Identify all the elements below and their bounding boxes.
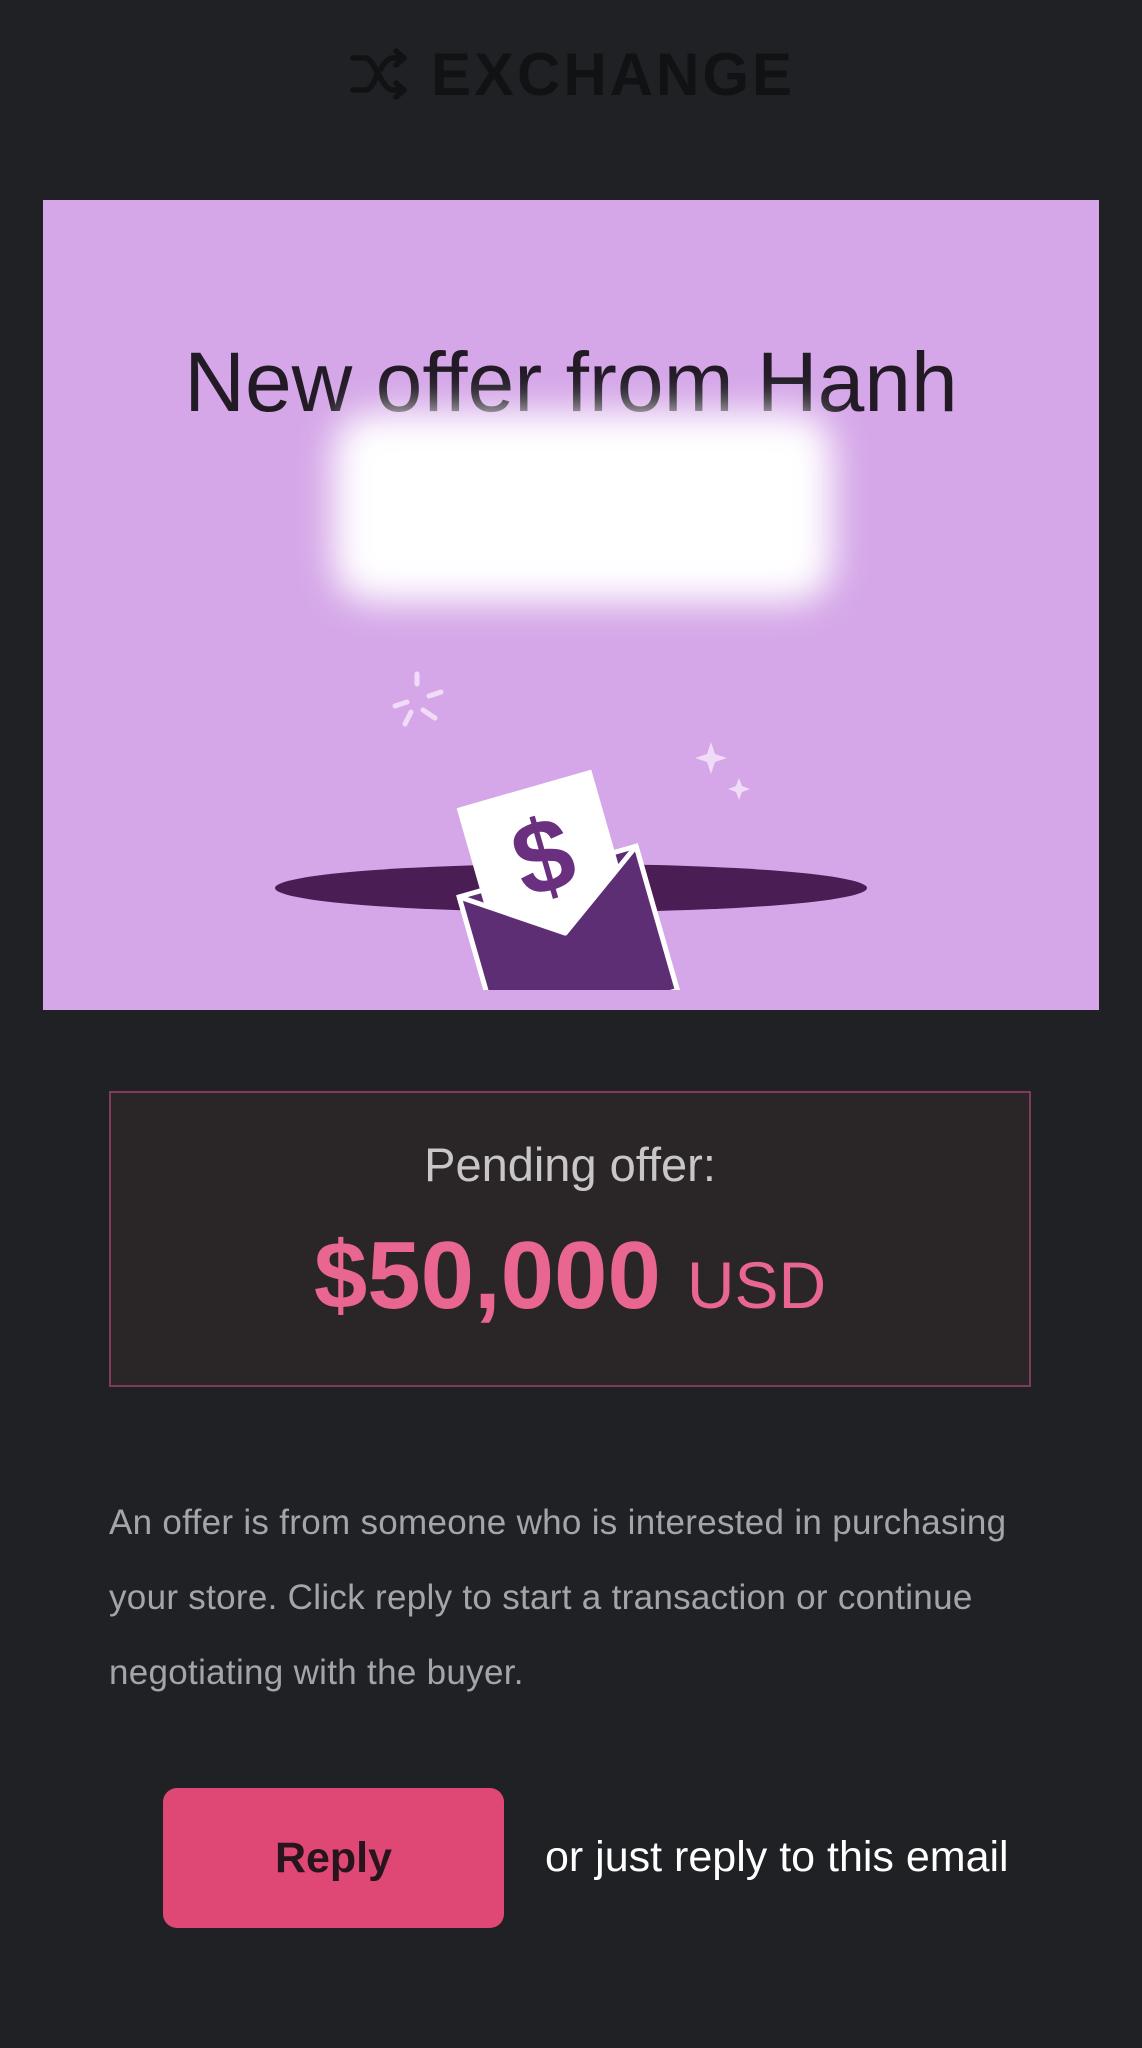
offer-amount: $50,000 USD (111, 1228, 1029, 1324)
offer-label: Pending offer: (424, 1138, 716, 1191)
brand-logo[interactable]: EXCHANGE (0, 38, 1142, 110)
shuffle-icon (350, 48, 407, 100)
reply-button[interactable]: Reply (163, 1788, 504, 1928)
pending-offer-box: Pending offer: $50,000 USD (109, 1091, 1031, 1387)
envelope-money-icon: $ (275, 671, 867, 990)
redacted-area (333, 412, 833, 602)
offer-currency: USD (686, 1248, 827, 1322)
offer-description: An offer is from someone who is interest… (109, 1503, 1007, 1692)
hero-banner: New offer from Hanh $ (43, 200, 1099, 1010)
email-page: EXCHANGE New offer from Hanh $ Pending o… (0, 0, 1142, 2048)
offer-value: $50,000 (313, 1222, 661, 1329)
reply-hint: or just reply to this email (545, 1833, 1009, 1881)
brand-name: EXCHANGE (430, 40, 796, 108)
